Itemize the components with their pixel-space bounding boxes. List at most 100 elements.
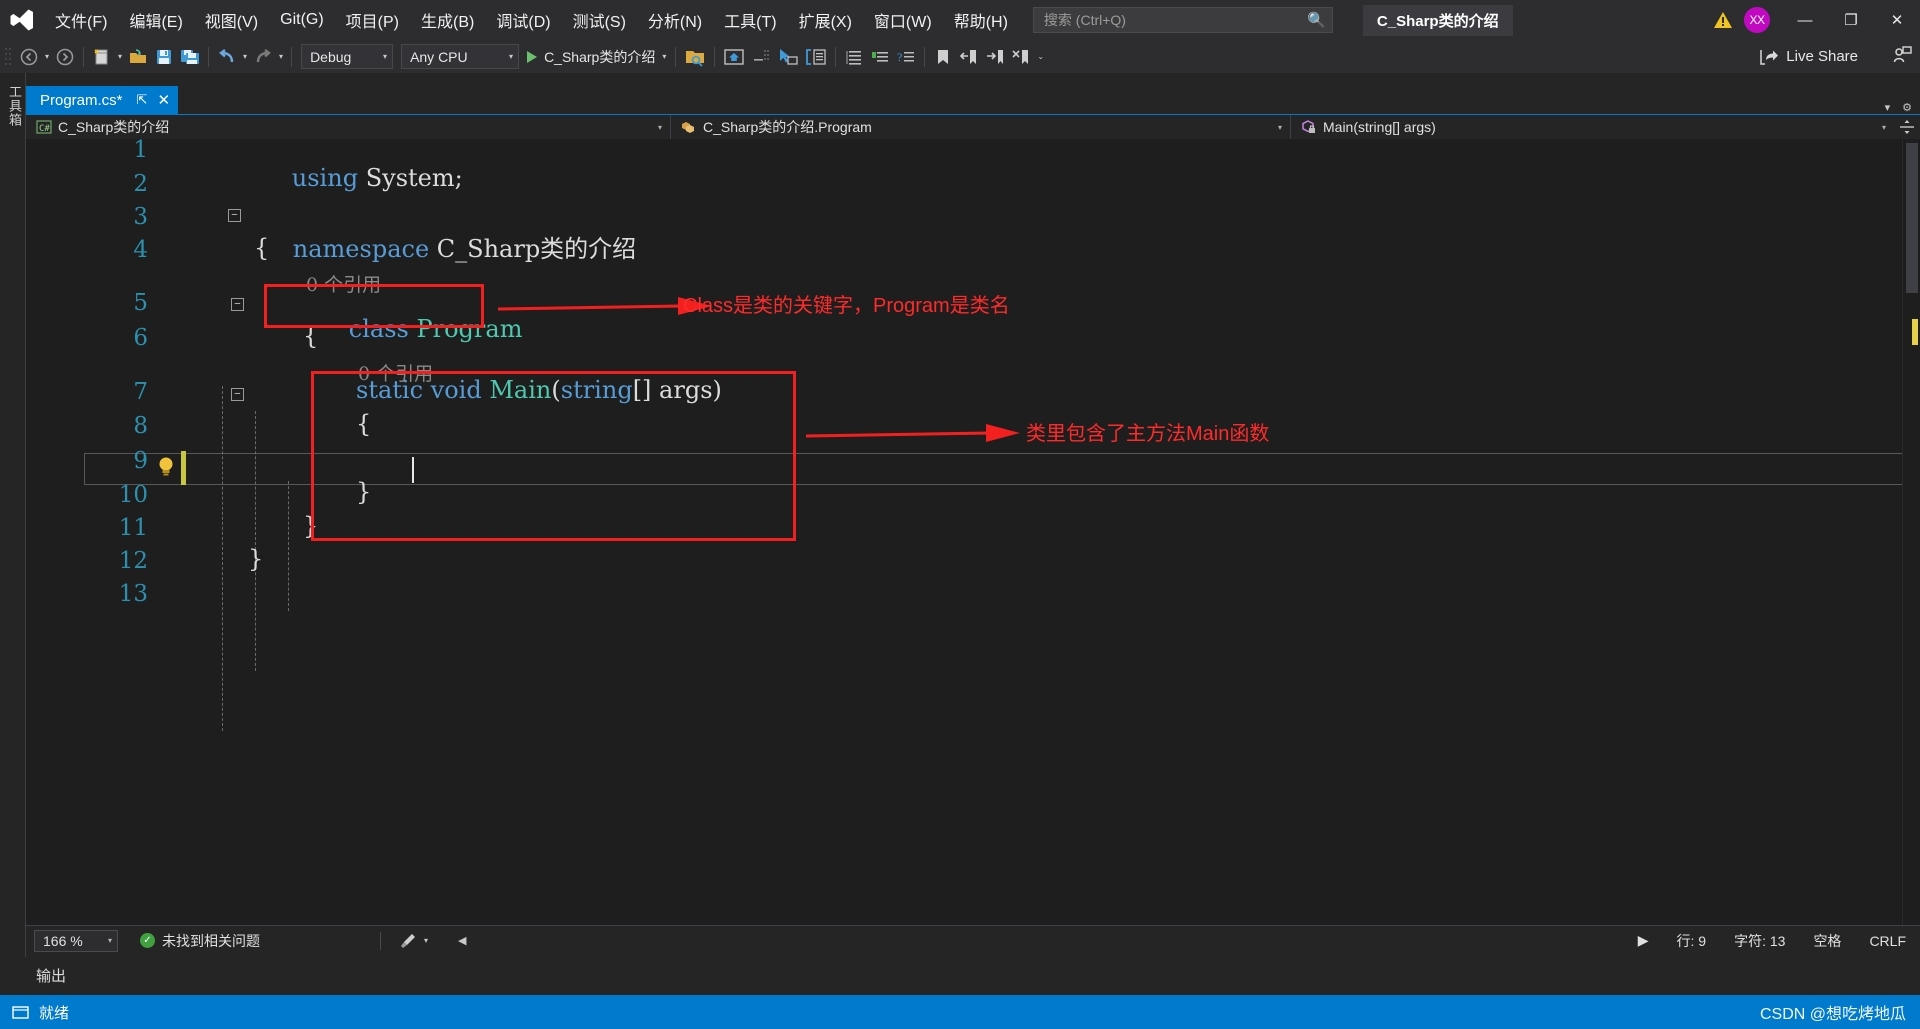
tab-program-cs[interactable]: Program.cs* ⇱ ✕ — [26, 86, 179, 114]
configuration-dropdown[interactable]: Debug ▾ — [301, 44, 394, 69]
toolbar-grip[interactable] — [4, 46, 16, 68]
scrollbar-thumb[interactable] — [1906, 143, 1918, 293]
menu-build[interactable]: 生成(B) — [410, 0, 485, 40]
toggle-outline-icon[interactable]: ? — [893, 44, 919, 70]
indent-guide — [288, 481, 289, 611]
configuration-value: Debug — [310, 48, 352, 65]
toolbar-overflow-icon[interactable]: ⌄ — [1034, 52, 1047, 61]
problems-status[interactable]: ✓ 未找到相关问题 — [140, 931, 260, 951]
select-in-solution-explorer-icon[interactable] — [774, 44, 802, 70]
fold-toggle-class[interactable]: − — [231, 298, 244, 311]
uncomment-block-icon[interactable] — [867, 44, 893, 70]
new-project-caret-icon[interactable]: ▾ — [115, 52, 125, 61]
code-line-4: { — [254, 234, 270, 262]
navbar-member-dropdown[interactable]: Main(string[] args) ▾ — [1291, 115, 1894, 140]
menu-project[interactable]: 项目(P) — [335, 0, 410, 40]
column-indicator: 字符: 13 — [1734, 932, 1786, 949]
navbar-type-dropdown[interactable]: C_Sharp类的介绍.Program ▾ — [671, 114, 1291, 140]
comment-block-icon[interactable] — [841, 44, 867, 70]
fold-toggle-method[interactable]: − — [231, 388, 244, 401]
user-avatar[interactable]: XX — [1744, 7, 1770, 33]
navigate-backward-caret-icon[interactable]: ▾ — [42, 52, 52, 61]
source-control-icon[interactable] — [12, 1004, 29, 1021]
undo-caret-icon[interactable]: ▾ — [240, 52, 250, 61]
line-number: 11 — [118, 515, 148, 541]
chevron-down-icon[interactable]: ▾ — [1885, 101, 1891, 114]
scroll-left-icon[interactable]: ◀ — [455, 934, 469, 947]
close-button[interactable]: ✕ — [1874, 0, 1920, 40]
platform-dropdown[interactable]: Any CPU ▾ — [401, 44, 520, 69]
annotation-arrow-main — [805, 424, 1020, 442]
redo-icon[interactable] — [250, 44, 276, 70]
toolbar-separator — [924, 46, 926, 67]
menu-window[interactable]: 窗口(W) — [863, 0, 943, 40]
menu-extensions[interactable]: 扩展(X) — [788, 0, 863, 40]
indentation-indicator[interactable]: 空格 — [1813, 931, 1841, 951]
close-icon[interactable]: ✕ — [157, 91, 170, 109]
maximize-button[interactable]: ❐ — [1828, 0, 1874, 40]
menu-help[interactable]: 帮助(H) — [943, 0, 1019, 40]
menu-git[interactable]: Git(G) — [269, 0, 335, 40]
next-bookmark-icon[interactable] — [982, 44, 1008, 70]
menu-tools[interactable]: 工具(T) — [713, 0, 787, 40]
menu-debug[interactable]: 调试(D) — [485, 0, 561, 40]
previous-bookmark-icon[interactable] — [956, 44, 982, 70]
zoom-level-dropdown[interactable]: 166 % ▾ — [34, 929, 118, 952]
navigate-backward-icon[interactable] — [16, 44, 42, 70]
quick-search-box[interactable]: 🔍 — [1032, 7, 1333, 33]
document-tab-bar: Program.cs* ⇱ ✕ ▾ ⚙ — [26, 86, 1920, 114]
chevron-down-icon: ▾ — [383, 52, 388, 61]
navbar-member-label: Main(string[] args) — [1323, 119, 1436, 135]
run-target-label: C_Sharp类的介绍 — [544, 48, 656, 65]
undo-icon[interactable] — [214, 44, 240, 70]
output-panel[interactable]: 输出 — [26, 955, 1920, 995]
fold-toggle-namespace[interactable]: − — [228, 209, 241, 222]
code-editor[interactable]: 1 2 3 4 5 6 7 8 9 10 11 12 13 using Syst… — [26, 139, 1920, 925]
navigate-forward-icon[interactable] — [52, 44, 78, 70]
live-share-button[interactable]: Live Share — [1759, 45, 1920, 68]
quick-actions-lightbulb-icon[interactable] — [156, 455, 176, 477]
code-text: System; — [358, 164, 463, 192]
warning-icon[interactable] — [1706, 11, 1740, 29]
toolbox-strip[interactable]: 工具箱 — [0, 73, 26, 957]
clean-code-broom-icon[interactable] — [395, 928, 421, 954]
line-number: 6 — [133, 325, 148, 351]
scroll-right-icon[interactable]: ▶ — [1638, 932, 1649, 949]
open-file-icon[interactable] — [125, 44, 151, 70]
search-solution-explorer-icon[interactable] — [681, 44, 709, 70]
redo-caret-icon[interactable]: ▾ — [276, 52, 286, 61]
annotation-box-main — [311, 371, 796, 541]
gear-icon[interactable]: ⚙ — [1902, 101, 1912, 114]
menu-test[interactable]: 测试(S) — [562, 0, 637, 40]
toggle-bookmark-icon[interactable] — [930, 44, 956, 70]
menu-view[interactable]: 视图(V) — [194, 0, 269, 40]
search-input[interactable] — [1043, 12, 1308, 28]
properties-window-icon[interactable] — [802, 44, 830, 70]
editor-navigation-bar: C# C_Sharp类的介绍 ▾ C_Sharp类的介绍.Program ▾ M… — [26, 114, 1920, 140]
save-icon[interactable] — [151, 44, 177, 70]
new-project-icon[interactable] — [89, 44, 115, 70]
live-share-session-icon[interactable] — [1892, 45, 1912, 68]
platform-value: Any CPU — [410, 48, 468, 65]
clear-bookmarks-icon[interactable] — [1008, 44, 1034, 70]
problems-label: 未找到相关问题 — [162, 932, 260, 949]
search-icon: 🔍 — [1307, 12, 1326, 29]
minimize-button[interactable]: — — [1782, 0, 1828, 40]
start-debugging-button[interactable]: C_Sharp类的介绍 ▾ — [523, 44, 670, 70]
toolbar-separator — [208, 46, 210, 67]
pin-icon[interactable]: ⇱ — [137, 92, 148, 108]
svg-text:?: ? — [897, 50, 902, 64]
eol-indicator[interactable]: CRLF — [1869, 933, 1906, 949]
save-all-icon[interactable] — [177, 44, 203, 70]
menu-edit[interactable]: 编辑(E) — [118, 0, 193, 40]
run-target-caret-icon[interactable]: ▾ — [662, 52, 666, 61]
editor-status-row: 166 % ▾ ✓ 未找到相关问题 ▾ ◀ ▶ 行: 9 字符: 13 空格 C… — [26, 925, 1920, 955]
solution-explorer-home-icon[interactable] — [720, 44, 748, 70]
editor-vertical-scrollbar[interactable] — [1902, 139, 1920, 925]
split-editor-icon[interactable] — [1894, 119, 1920, 135]
collapse-all-icon[interactable] — [748, 44, 774, 70]
menu-file[interactable]: 文件(F) — [44, 0, 118, 40]
navbar-project-dropdown[interactable]: C# C_Sharp类的介绍 ▾ — [26, 114, 671, 140]
chevron-down-icon[interactable]: ▾ — [421, 936, 431, 945]
menu-analyze[interactable]: 分析(N) — [637, 0, 713, 40]
